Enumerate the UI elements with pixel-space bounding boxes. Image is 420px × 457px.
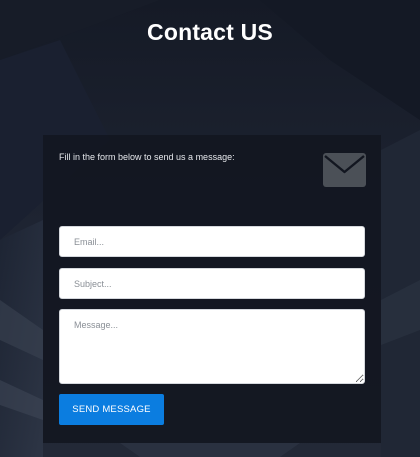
form-intro-text: Fill in the form below to send us a mess… [59, 152, 235, 162]
contact-form-panel: Fill in the form below to send us a mess… [43, 135, 381, 443]
page-title: Contact US [147, 19, 273, 45]
subject-input[interactable] [59, 268, 365, 299]
send-message-button[interactable]: SEND MESSAGE [59, 394, 164, 425]
envelope-icon [323, 153, 366, 187]
message-textarea[interactable] [59, 309, 365, 384]
email-input[interactable] [59, 226, 365, 257]
